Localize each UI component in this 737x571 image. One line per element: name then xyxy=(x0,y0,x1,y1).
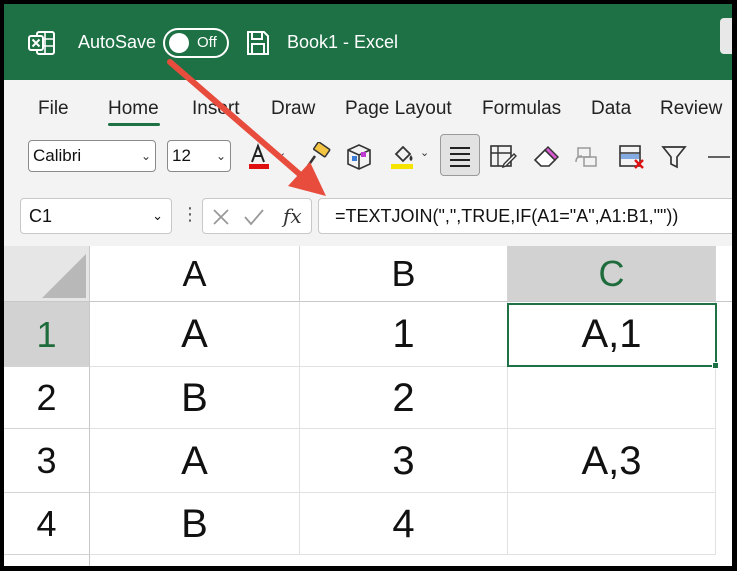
cell-c2[interactable] xyxy=(508,367,716,429)
cell-a2[interactable]: B xyxy=(90,367,300,429)
cell-styles-icon[interactable] xyxy=(344,142,374,172)
font-name-dropdown[interactable]: Calibri ⌄ xyxy=(28,140,156,172)
name-box[interactable]: C1 ⌄ xyxy=(20,198,172,234)
conditional-format-icon[interactable] xyxy=(488,142,518,172)
row-header-2[interactable]: 2 xyxy=(4,367,90,429)
active-tab-indicator xyxy=(108,123,160,126)
active-cell-border xyxy=(507,303,717,367)
excel-logo-icon xyxy=(28,31,55,55)
chevron-down-icon: ⌄ xyxy=(152,208,163,223)
tab-review[interactable]: Review xyxy=(660,97,722,121)
chevron-down-icon[interactable]: ⌄ xyxy=(277,146,286,159)
chevron-down-icon: ⌄ xyxy=(140,149,151,163)
excel-window: AutoSave Off Book1 - Excel File Home Ins… xyxy=(4,4,732,566)
font-size-dropdown[interactable]: 12 ⌄ xyxy=(167,140,231,172)
chevron-down-icon[interactable]: ⌄ xyxy=(420,146,429,159)
document-title: Book1 - Excel xyxy=(287,32,399,52)
row-header-5[interactable] xyxy=(4,555,90,566)
fill-color-icon[interactable] xyxy=(388,142,418,172)
ribbon-tabs: File Home Insert Draw Page Layout Formul… xyxy=(4,80,732,130)
more-options-icon[interactable]: ⋮ xyxy=(181,202,199,226)
tab-home[interactable]: Home xyxy=(108,97,159,121)
autosave-state: Off xyxy=(197,34,217,51)
enter-icon[interactable] xyxy=(243,207,265,227)
align-center-icon xyxy=(450,147,470,167)
font-size-value: 12 xyxy=(172,146,191,165)
font-color-icon[interactable] xyxy=(246,142,276,172)
cell-b4[interactable]: 4 xyxy=(300,493,508,555)
cell-b1[interactable]: 1 xyxy=(300,302,508,367)
delete-icon[interactable] xyxy=(617,142,647,172)
cancel-icon[interactable] xyxy=(211,207,231,227)
align-center-button[interactable] xyxy=(440,134,480,176)
select-all-corner[interactable] xyxy=(4,246,90,302)
name-box-value: C1 xyxy=(29,206,53,226)
formula-controls: fx xyxy=(202,198,312,234)
title-action-button[interactable] xyxy=(720,18,732,54)
tab-file[interactable]: File xyxy=(38,97,69,121)
tab-data[interactable]: Data xyxy=(591,97,631,121)
cell-b2[interactable]: 2 xyxy=(300,367,508,429)
font-name-value: Calibri xyxy=(33,146,82,165)
tab-draw[interactable]: Draw xyxy=(271,97,315,121)
cell-c4[interactable] xyxy=(508,493,716,555)
insert-function-icon[interactable]: fx xyxy=(283,202,302,230)
formula-bar: C1 ⌄ ⋮ fx =TEXTJOIN(",",TRUE,IF(A1="A",A… xyxy=(4,188,732,246)
select-all-triangle-icon xyxy=(42,254,86,298)
filter-icon[interactable] xyxy=(660,142,690,172)
autosave-toggle[interactable]: Off xyxy=(163,28,229,58)
toggle-knob xyxy=(169,33,189,53)
column-header-d[interactable] xyxy=(716,246,732,302)
cell-a3[interactable]: A xyxy=(90,429,300,493)
format-painter-icon[interactable] xyxy=(303,142,333,172)
copy-format-icon[interactable] xyxy=(572,142,602,172)
fill-handle[interactable] xyxy=(712,362,719,369)
tab-formulas[interactable]: Formulas xyxy=(482,97,561,121)
spreadsheet-grid: A B C 1 A 1 A,1 2 B 2 3 A 3 A,3 4 B 4 xyxy=(4,246,732,566)
column-header-a[interactable]: A xyxy=(90,246,300,302)
row-header-4[interactable]: 4 xyxy=(4,493,90,555)
chevron-down-icon: ⌄ xyxy=(215,149,226,163)
more-icon[interactable] xyxy=(704,142,732,172)
column-header-b[interactable]: B xyxy=(300,246,508,302)
tab-insert[interactable]: Insert xyxy=(192,97,240,121)
tab-page-layout[interactable]: Page Layout xyxy=(345,97,452,121)
column-header-c[interactable]: C xyxy=(508,246,716,302)
cell-b3[interactable]: 3 xyxy=(300,429,508,493)
clear-icon[interactable] xyxy=(531,142,561,172)
row-header-3[interactable]: 3 xyxy=(4,429,90,493)
cell-a4[interactable]: B xyxy=(90,493,300,555)
cell-c3[interactable]: A,3 xyxy=(508,429,716,493)
ribbon-toolbar: Calibri ⌄ 12 ⌄ ⌄ ⌄ xyxy=(4,130,732,188)
autosave-label: AutoSave xyxy=(78,32,157,52)
cell-a1[interactable]: A xyxy=(90,302,300,367)
formula-input[interactable]: =TEXTJOIN(",",TRUE,IF(A1="A",A1:B1,"")) xyxy=(318,198,732,234)
save-icon[interactable] xyxy=(246,30,270,56)
title-bar: AutoSave Off Book1 - Excel xyxy=(4,4,732,80)
row-header-1[interactable]: 1 xyxy=(4,302,90,367)
